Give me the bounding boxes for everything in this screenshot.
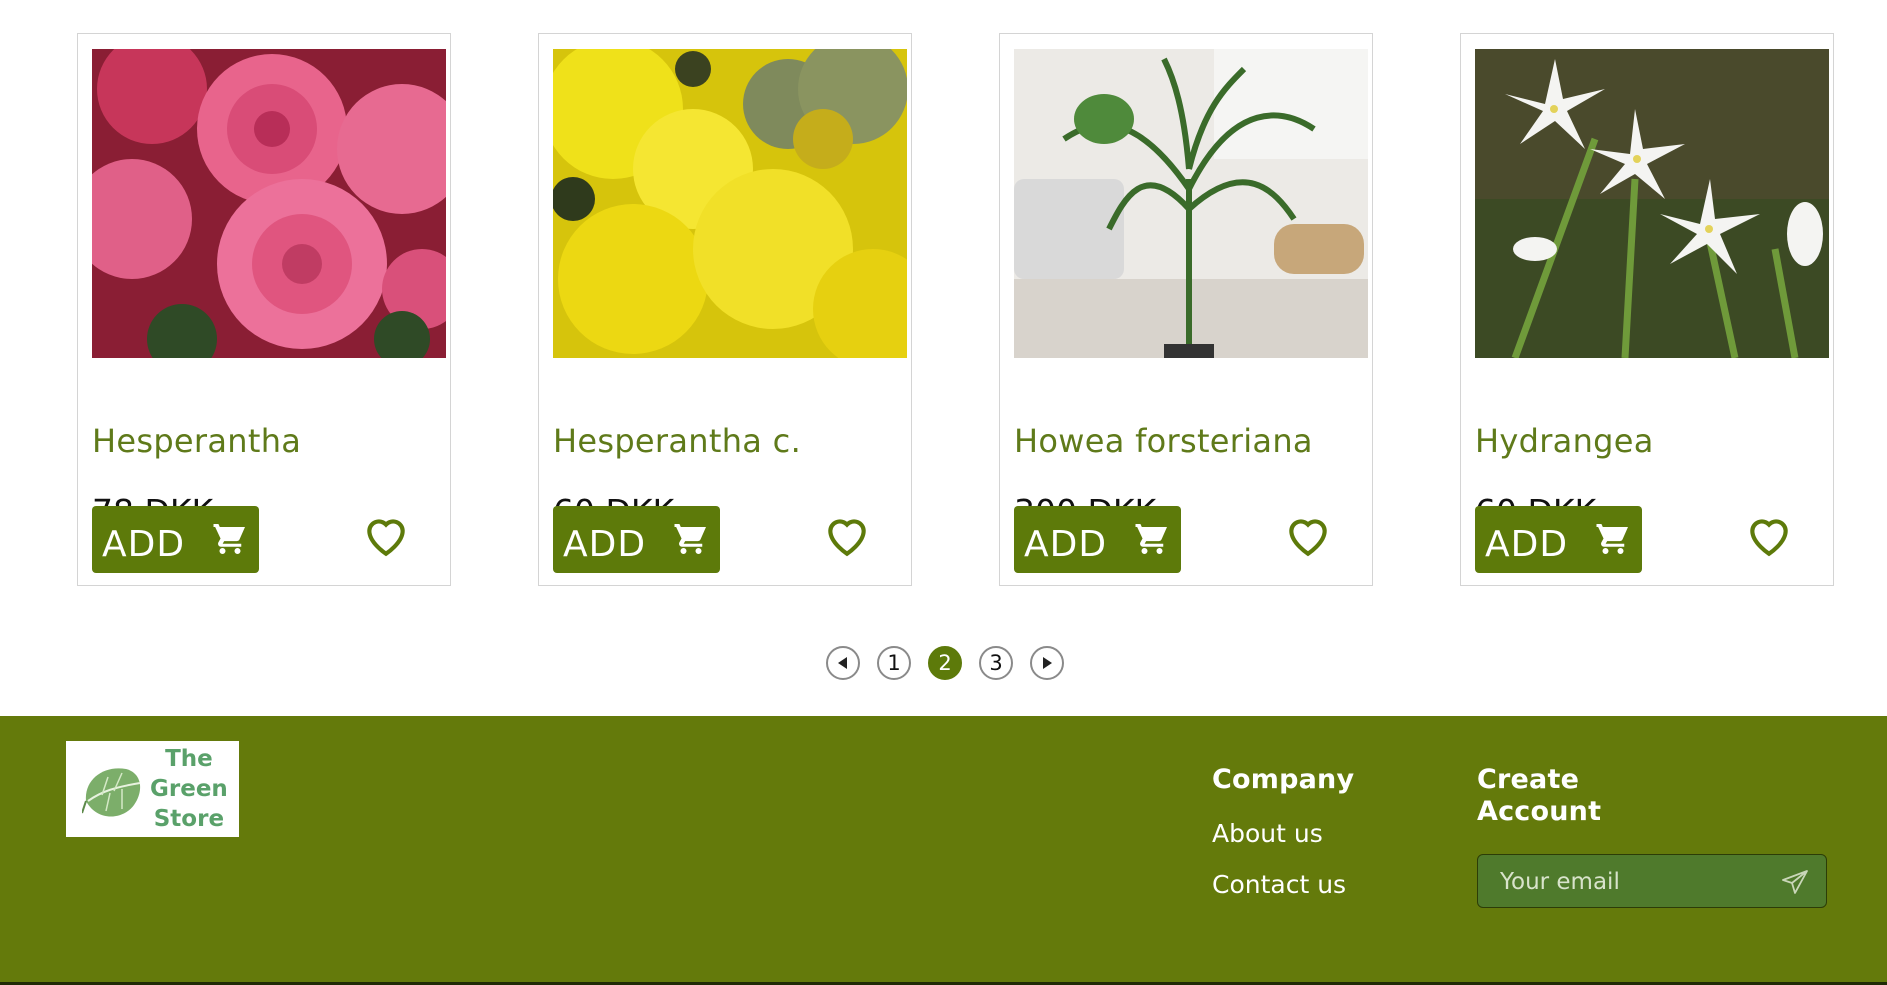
prev-page-button[interactable] — [826, 646, 860, 680]
create-account-column: Create Account — [1477, 764, 1601, 828]
product-card[interactable]: Hydrangea 60 DKK ADD — [1460, 33, 1834, 586]
page-2-button[interactable]: 2 — [928, 646, 962, 680]
add-to-cart-button[interactable]: ADD — [1014, 506, 1181, 573]
heading-line: Account — [1477, 796, 1602, 827]
heart-icon[interactable] — [1283, 510, 1333, 560]
add-to-cart-button[interactable]: ADD — [553, 506, 720, 573]
add-button-label: ADD — [1024, 524, 1108, 565]
add-button-label: ADD — [1485, 524, 1569, 565]
product-card[interactable]: Hesperantha c. 60 DKK ADD — [538, 33, 912, 586]
logo-line: Store — [153, 806, 225, 832]
leaf-icon — [82, 768, 141, 817]
product-name[interactable]: Hydrangea — [1475, 422, 1654, 460]
cart-icon — [1135, 524, 1167, 554]
company-heading: Company — [1212, 764, 1355, 795]
logo-wordmark: The Green Store — [150, 744, 228, 834]
create-account-heading: Create Account — [1477, 764, 1601, 828]
heart-icon[interactable] — [822, 510, 872, 560]
store-logo[interactable]: The Green Store — [66, 741, 239, 837]
product-image-kentia-palm[interactable] — [1014, 49, 1368, 358]
page-1-button[interactable]: 1 — [877, 646, 911, 680]
add-button-label: ADD — [102, 524, 186, 565]
product-image-yellow-yarrow[interactable] — [553, 49, 907, 358]
product-name[interactable]: Hesperantha — [92, 422, 301, 460]
product-image-pink-roses[interactable] — [92, 49, 446, 358]
email-input[interactable] — [1498, 865, 1772, 899]
product-card[interactable]: Howea forsteriana 300 DKK ADD — [999, 33, 1373, 586]
send-icon[interactable] — [1781, 869, 1809, 895]
product-image-white-star-flowers[interactable] — [1475, 49, 1829, 358]
cart-icon — [674, 524, 706, 554]
add-to-cart-button[interactable]: ADD — [92, 506, 259, 573]
product-name[interactable]: Hesperantha c. — [553, 422, 801, 460]
product-card[interactable]: Hesperantha 78 DKK ADD — [77, 33, 451, 586]
about-us-link[interactable]: About us — [1212, 819, 1354, 848]
add-to-cart-button[interactable]: ADD — [1475, 506, 1642, 573]
product-grid: Hesperantha 78 DKK ADD Hesperantha — [0, 0, 1887, 700]
logo-line: The — [165, 746, 213, 772]
company-column: Company About us Contact us — [1212, 764, 1354, 899]
logo-line: Green — [150, 776, 228, 802]
add-button-label: ADD — [563, 524, 647, 565]
site-footer: The Green Store Company About us Contact… — [0, 716, 1887, 985]
heading-line: Create — [1477, 764, 1580, 795]
next-page-button[interactable] — [1030, 646, 1064, 680]
prev-arrow-icon — [838, 657, 847, 669]
cart-icon — [213, 524, 245, 554]
product-name[interactable]: Howea forsteriana — [1014, 422, 1313, 460]
email-signup — [1477, 854, 1827, 908]
contact-us-link[interactable]: Contact us — [1212, 870, 1354, 899]
heart-icon[interactable] — [361, 510, 411, 560]
next-arrow-icon — [1043, 657, 1052, 669]
page-3-button[interactable]: 3 — [979, 646, 1013, 680]
heart-icon[interactable] — [1744, 510, 1794, 560]
cart-icon — [1596, 524, 1628, 554]
